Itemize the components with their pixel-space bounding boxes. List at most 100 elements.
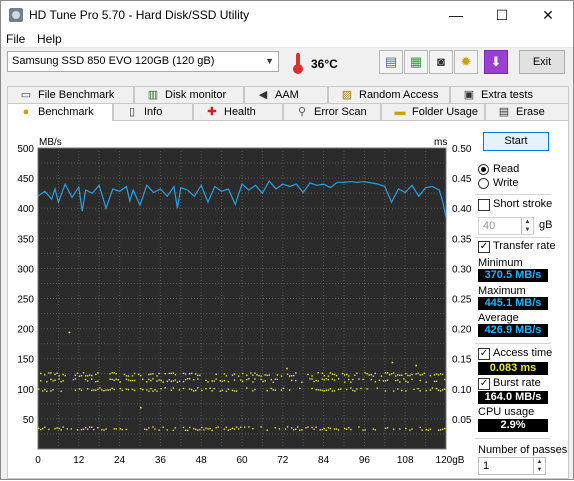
access-point <box>311 387 313 390</box>
access-point <box>148 427 150 429</box>
access-point <box>125 428 128 431</box>
access-point <box>150 379 152 382</box>
average-label: Average <box>478 312 519 324</box>
access-point <box>233 379 236 381</box>
short-stroke-spinner[interactable]: 40 ▲ ▼ <box>478 217 534 235</box>
access-point <box>166 380 168 383</box>
access-point <box>348 378 350 381</box>
access-point <box>411 428 413 430</box>
access-point <box>435 373 438 375</box>
access-point <box>392 428 395 430</box>
access-point <box>233 428 236 430</box>
access-point <box>176 381 179 383</box>
access-point <box>235 390 238 392</box>
access-point <box>95 381 97 383</box>
access-point <box>378 379 381 381</box>
access-point <box>254 388 256 391</box>
access-point <box>129 379 132 382</box>
access-point <box>76 429 79 431</box>
access-point <box>280 389 283 391</box>
y-right-tick-label: 0.05 <box>452 415 471 426</box>
access-point <box>80 389 83 391</box>
access-point <box>266 389 268 392</box>
access-point <box>186 378 189 380</box>
close-button[interactable]: ✕ <box>525 1 571 29</box>
access-point <box>272 381 274 383</box>
access-point <box>219 380 221 382</box>
access-point <box>237 375 240 377</box>
access-point <box>417 372 419 375</box>
access-point <box>109 378 111 380</box>
access-point <box>215 427 217 429</box>
access-point <box>207 381 209 383</box>
burst-rate-checkbox[interactable]: ✓ <box>478 378 490 390</box>
access-point <box>197 374 199 377</box>
maximize-button[interactable]: ☐ <box>479 1 525 29</box>
write-radio[interactable] <box>478 178 489 189</box>
access-point <box>86 388 89 390</box>
access-point <box>158 429 160 431</box>
transfer-rate-checkbox[interactable]: ✓ <box>478 241 490 253</box>
access-point <box>386 427 389 429</box>
access-point <box>119 428 121 430</box>
access-point <box>91 426 93 428</box>
access-point <box>337 388 340 391</box>
access-point <box>264 374 266 376</box>
access-point <box>186 429 189 432</box>
tab-benchmark[interactable]: ● Benchmark <box>7 103 113 121</box>
access-point <box>84 375 87 377</box>
access-point <box>50 372 52 374</box>
access-point <box>307 373 309 376</box>
access-point <box>152 390 154 392</box>
access-point <box>368 374 370 376</box>
y-left-tick-label: 100 <box>17 385 34 396</box>
access-point <box>331 373 334 375</box>
access-point <box>199 374 201 376</box>
access-point <box>266 429 268 431</box>
access-point <box>158 379 160 381</box>
access-point <box>207 428 209 430</box>
access-point <box>50 390 52 392</box>
access-time-checkbox[interactable]: ✓ <box>478 348 490 360</box>
access-point <box>193 379 195 381</box>
access-point <box>74 374 77 376</box>
access-point <box>97 388 99 391</box>
access-point <box>105 389 107 391</box>
access-point <box>319 429 321 431</box>
access-point <box>256 374 258 376</box>
access-point <box>280 375 283 377</box>
passes-spinner[interactable]: 1 ▲ ▼ <box>478 457 546 475</box>
access-point <box>144 428 146 430</box>
access-point <box>325 429 328 432</box>
access-point <box>205 387 207 390</box>
access-point <box>333 390 336 392</box>
access-point <box>133 379 136 382</box>
access-point <box>209 387 211 389</box>
access-point <box>390 373 393 375</box>
access-point <box>405 372 407 375</box>
access-point <box>270 387 272 390</box>
access-point <box>225 426 228 428</box>
start-button[interactable]: Start <box>483 132 549 151</box>
read-radio[interactable] <box>478 164 489 175</box>
access-point <box>44 426 46 428</box>
short-stroke-checkbox[interactable] <box>478 199 490 211</box>
access-point <box>311 378 313 380</box>
access-point <box>193 427 195 430</box>
access-point <box>178 389 181 391</box>
save-button[interactable]: ⬇ <box>484 50 508 74</box>
access-point <box>219 390 221 392</box>
access-point <box>221 380 223 383</box>
access-point <box>315 426 317 428</box>
access-point <box>115 428 117 430</box>
tab-erase[interactable]: ▤ Erase <box>485 103 569 120</box>
access-point <box>401 374 403 377</box>
access-point <box>229 428 232 431</box>
access-point <box>74 389 77 391</box>
benchmark-chart: 500 450 400 350 300 250 200 150 100 50 0.50 0.45 0.4… <box>17 137 471 466</box>
access-point <box>331 378 334 380</box>
access-point <box>252 374 254 376</box>
y-right-tick-label: 0.20 <box>452 325 471 336</box>
exit-button[interactable]: Exit <box>519 50 565 74</box>
access-point <box>182 426 185 429</box>
